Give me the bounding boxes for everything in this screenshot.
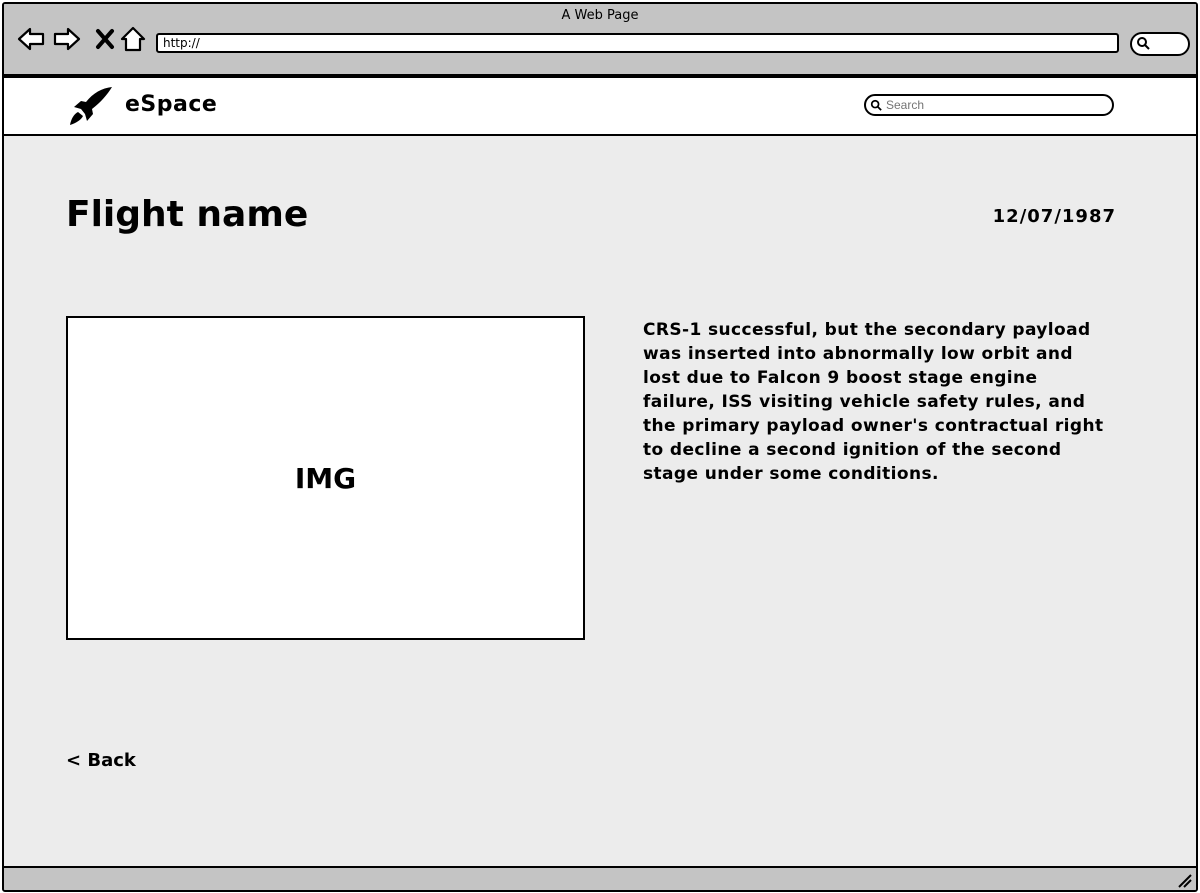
search-icon [1137, 37, 1150, 50]
status-bar [4, 866, 1196, 890]
search-input[interactable] [886, 96, 1102, 114]
flight-image-placeholder: IMG [66, 316, 585, 640]
resize-grip-icon[interactable] [1176, 872, 1192, 888]
page-title: Flight name [66, 194, 309, 235]
window-title: A Web Page [561, 8, 639, 23]
address-bar[interactable]: http:// [156, 33, 1119, 53]
browser-search-field[interactable] [1130, 32, 1190, 56]
app-header: eSpace [4, 76, 1196, 136]
forward-arrow-icon[interactable] [52, 24, 82, 54]
flight-description: CRS-1 successful, but the secondary payl… [643, 320, 1104, 484]
back-arrow-icon[interactable] [16, 24, 46, 54]
flight-date: 12/07/1987 [992, 206, 1116, 227]
back-link[interactable]: < Back [66, 750, 136, 771]
brand-name[interactable]: eSpace [125, 92, 217, 117]
image-placeholder-label: IMG [294, 461, 357, 495]
browser-window: A Web Page http:// eSpace Flight name 12 [2, 2, 1198, 892]
search-icon [870, 99, 882, 111]
close-icon[interactable] [90, 24, 120, 54]
browser-chrome: A Web Page http:// [4, 4, 1196, 76]
home-icon[interactable] [118, 24, 148, 54]
site-search-field[interactable] [864, 94, 1114, 116]
rocket-icon[interactable] [67, 85, 115, 129]
